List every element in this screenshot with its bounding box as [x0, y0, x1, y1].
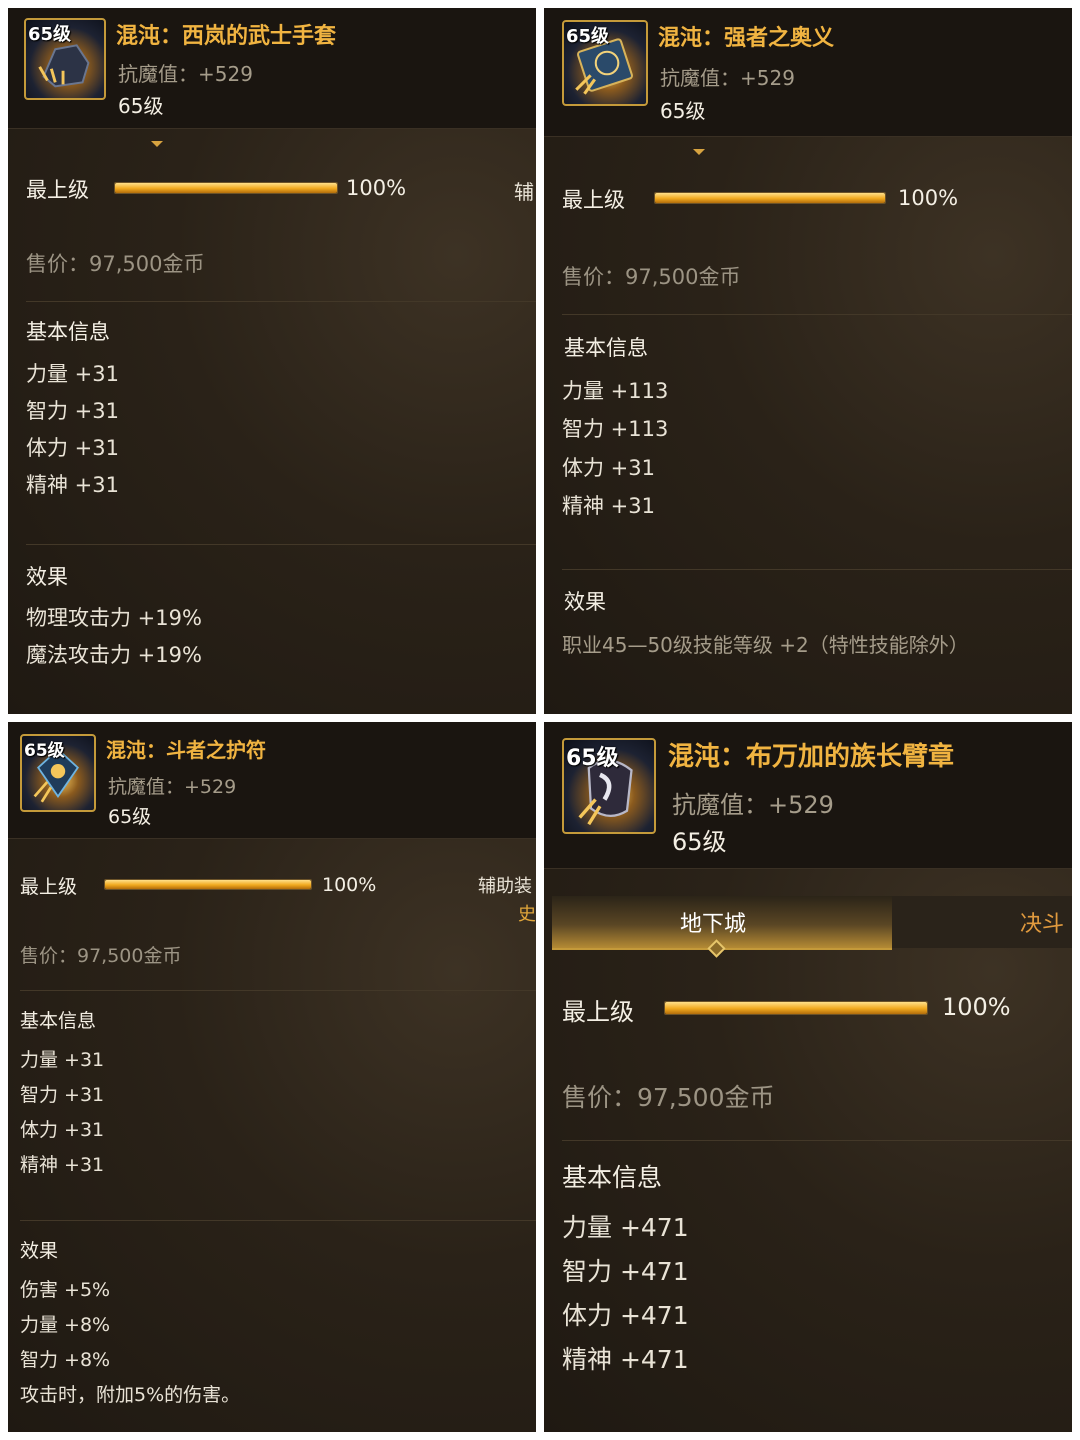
sell-price: 售价：97,500金币 — [562, 1083, 775, 1112]
grade-percent: 100% — [346, 176, 407, 200]
item-level: 65级 — [118, 94, 164, 118]
item-tooltip-warrior-gauntlets: 65级 混沌：西岚的武士手套 抗魔值：+529 65级 最上级 100% 辅 售… — [8, 8, 536, 714]
stat-strength: 力量 +113 — [562, 379, 669, 403]
item-tooltip-fighter-amulet: 65级 混沌：斗者之护符 抗魔值：+529 65级 最上级 100% 辅助装 史… — [8, 722, 536, 1432]
stat-strength: 力量 +31 — [26, 362, 119, 386]
amulet-icon: 65级 — [20, 734, 96, 812]
grade-label: 最上级 — [26, 178, 89, 202]
stat-spirit: 精神 +31 — [562, 494, 655, 518]
pointer-marker — [151, 141, 163, 147]
pointer-marker — [693, 149, 705, 155]
effect-line: 智力 +8% — [20, 1349, 111, 1371]
divider — [20, 1220, 536, 1221]
basic-info-header: 基本信息 — [26, 320, 110, 344]
stat-spirit: 精神 +31 — [20, 1154, 105, 1176]
stat-strength: 力量 +31 — [20, 1049, 105, 1071]
basic-info-header: 基本信息 — [562, 1163, 663, 1192]
item-tooltip-chief-armband: 65级 混沌：布万加的族长臂章 抗魔值：+529 65级 地下城 决斗 最上级 … — [544, 722, 1072, 1432]
tome-icon: 65级 — [562, 20, 648, 106]
sell-price: 售价：97,500金币 — [562, 265, 741, 289]
resist-value: 抗魔值：+529 — [660, 66, 795, 90]
stat-intelligence: 智力 +113 — [562, 417, 669, 441]
grade-progress-fill — [655, 193, 885, 203]
resist-value: 抗魔值：+529 — [108, 776, 237, 798]
grade-label: 最上级 — [562, 998, 634, 1026]
side-tab-label: 辅 — [514, 180, 534, 204]
divider — [26, 301, 536, 302]
grade-percent: 100% — [942, 993, 1011, 1021]
basic-info-header: 基本信息 — [20, 1010, 97, 1032]
stat-intelligence: 智力 +31 — [26, 399, 119, 423]
grade-progress-bar — [104, 879, 312, 890]
effect-line: 攻击时，附加5%的伤害。 — [20, 1384, 241, 1406]
level-badge: 65级 — [566, 746, 619, 771]
divider — [562, 314, 1072, 315]
armband-icon: 65级 — [562, 738, 656, 834]
level-badge: 65级 — [28, 24, 72, 45]
stat-vitality: 体力 +31 — [26, 436, 119, 460]
divider — [26, 544, 536, 545]
grade-progress-fill — [665, 1002, 927, 1014]
divider — [562, 569, 1072, 570]
grade-percent: 100% — [898, 186, 959, 210]
effect-header: 效果 — [20, 1240, 59, 1262]
rarity-label: 史 — [518, 904, 536, 925]
item-title: 混沌：强者之奥义 — [658, 26, 835, 51]
tab-duel[interactable]: 决斗 — [892, 896, 1072, 948]
stat-spirit: 精神 +471 — [562, 1345, 689, 1374]
effect-line: 魔法攻击力 +19% — [26, 643, 202, 667]
item-level: 65级 — [672, 828, 727, 856]
grade-progress-fill — [105, 880, 311, 889]
effect-line: 物理攻击力 +19% — [26, 606, 202, 630]
grade-progress-bar — [664, 1001, 928, 1015]
effect-line: 伤害 +5% — [20, 1279, 111, 1301]
gauntlet-icon: 65级 — [24, 18, 106, 100]
divider — [20, 990, 536, 991]
item-title: 混沌：布万加的族长臂章 — [668, 742, 955, 772]
grade-progress-bar — [654, 192, 886, 204]
sell-price: 售价：97,500金币 — [26, 252, 205, 276]
effect-header: 效果 — [564, 590, 606, 614]
grade-label: 最上级 — [20, 876, 78, 898]
stat-vitality: 体力 +471 — [562, 1301, 689, 1330]
item-level: 65级 — [108, 806, 152, 828]
grade-progress-bar — [114, 182, 338, 194]
level-badge: 65级 — [24, 741, 65, 761]
side-tab-label: 辅助装 — [478, 876, 532, 897]
item-title: 混沌：西岚的武士手套 — [116, 24, 337, 49]
stat-vitality: 体力 +31 — [20, 1119, 105, 1141]
grade-progress-fill — [115, 183, 337, 193]
effect-header: 效果 — [26, 565, 68, 589]
grade-percent: 100% — [322, 874, 377, 896]
sell-price: 售价：97,500金币 — [20, 945, 182, 967]
resist-value: 抗魔值：+529 — [672, 791, 834, 819]
item-level: 65级 — [660, 99, 706, 123]
item-title: 混沌：斗者之护符 — [106, 738, 266, 762]
effect-line: 力量 +8% — [20, 1314, 111, 1336]
effect-line: 职业45—50级技能等级 +2（特性技能除外） — [562, 633, 969, 657]
stat-intelligence: 智力 +31 — [20, 1084, 105, 1106]
grade-label: 最上级 — [562, 188, 625, 212]
tab-duel-label: 决斗 — [1020, 912, 1065, 937]
item-tooltip-strongman-secret: 65级 混沌：强者之奥义 抗魔值：+529 65级 最上级 100% 售价：97… — [544, 8, 1072, 714]
stat-vitality: 体力 +31 — [562, 456, 655, 480]
stat-strength: 力量 +471 — [562, 1213, 689, 1242]
basic-info-header: 基本信息 — [564, 336, 648, 360]
stat-spirit: 精神 +31 — [26, 473, 119, 497]
tab-dungeon-label: 地下城 — [680, 912, 747, 937]
stat-intelligence: 智力 +471 — [562, 1257, 689, 1286]
resist-value: 抗魔值：+529 — [118, 62, 253, 86]
tab-dungeon[interactable]: 地下城 — [552, 896, 892, 950]
level-badge: 65级 — [566, 26, 610, 47]
divider — [562, 1140, 1072, 1141]
